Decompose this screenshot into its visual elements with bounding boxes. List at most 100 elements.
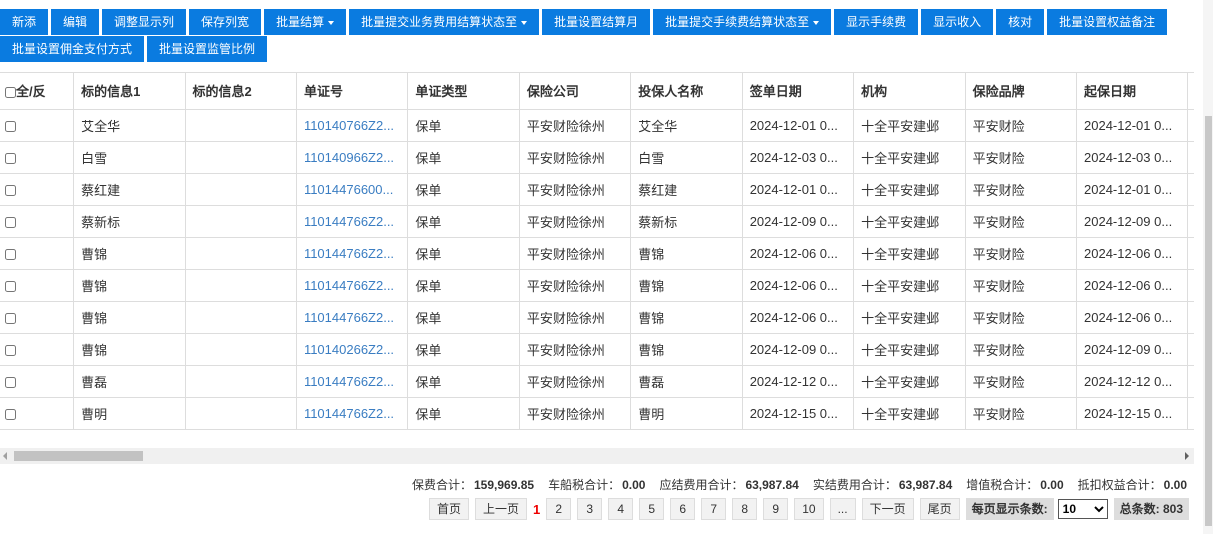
row-checkbox[interactable] — [5, 312, 16, 324]
table-row[interactable]: 曹明 110144766Z2... 保单 平安财险徐州 曹明 2024-12-15 0..… — [0, 397, 1194, 430]
row-checkbox[interactable] — [5, 408, 16, 420]
page-button[interactable]: 7 — [701, 498, 727, 520]
row-checkbox[interactable] — [5, 120, 16, 132]
page-size-select[interactable]: 10 — [1057, 499, 1108, 519]
table-row[interactable]: 蔡新标 110144766Z2... 保单 平安财险徐州 蔡新标 2024-12-09 0… — [0, 205, 1194, 238]
row-select-cell[interactable] — [0, 173, 75, 206]
table-cell — [184, 333, 297, 366]
toolbar-button[interactable]: 显示手续费 — [834, 9, 919, 35]
toolbar-button[interactable]: 批量提交业务费用结算状态至 — [349, 9, 540, 35]
column-header[interactable]: 标的信息1 — [73, 73, 186, 110]
table-cell: 2025-12-01 0... — [1187, 173, 1194, 206]
row-checkbox[interactable] — [5, 216, 16, 228]
toolbar-button[interactable]: 显示收入 — [921, 9, 994, 35]
column-header[interactable]: 保险品牌 — [964, 73, 1078, 110]
select-all-header[interactable]: 全/反 — [0, 73, 75, 110]
table-cell: 2024-12-15 0... — [1075, 397, 1189, 430]
toolbar-button[interactable]: 编辑 — [51, 9, 100, 35]
row-checkbox[interactable] — [5, 152, 16, 164]
page-button[interactable]: 8 — [732, 498, 758, 520]
policy-number-link[interactable]: 110144766Z2... — [295, 237, 409, 270]
row-select-cell[interactable] — [0, 269, 75, 302]
page-button[interactable]: 10 — [794, 498, 824, 520]
table-row[interactable]: 曹磊 110144766Z2... 保单 平安财险徐州 曹磊 2024-12-12 0..… — [0, 365, 1194, 398]
policy-number-link[interactable]: 110144766Z2... — [295, 205, 409, 238]
table-cell: 2024-12-09 0... — [1075, 205, 1189, 238]
scroll-left-arrow-icon[interactable] — [3, 452, 7, 460]
horizontal-scroll-thumb[interactable] — [14, 451, 143, 461]
row-checkbox[interactable] — [5, 344, 16, 356]
toolbar-button[interactable]: 批量提交手续费结算状态至 — [653, 9, 832, 35]
policy-number-link[interactable]: 110140266Z2... — [295, 333, 409, 366]
horizontal-scrollbar[interactable] — [0, 448, 1194, 464]
row-select-cell[interactable] — [0, 237, 75, 270]
row-select-cell[interactable] — [0, 397, 75, 430]
toolbar-button[interactable]: 批量设置监管比例 — [147, 36, 268, 62]
table-row[interactable]: 艾全华 110140766Z2... 保单 平安财险徐州 艾全华 2024-12-01 0… — [0, 109, 1194, 142]
policy-number-link[interactable]: 110144766Z2... — [295, 301, 409, 334]
table-cell — [184, 173, 297, 206]
scroll-right-arrow-icon[interactable] — [1185, 452, 1189, 460]
row-select-cell[interactable] — [0, 365, 75, 398]
table-row[interactable]: 蔡红建 11014476600... 保单 平安财险徐州 蔡红建 2024-12-01 0… — [0, 173, 1194, 206]
column-header[interactable]: 单证号 — [295, 73, 409, 110]
next-page-button[interactable]: 下一页 — [861, 498, 914, 520]
prev-page-button[interactable]: 上一页 — [474, 498, 527, 520]
table-cell: 2024-12-15 0... — [741, 397, 855, 430]
row-checkbox[interactable] — [5, 280, 16, 292]
table-row[interactable]: 曹锦 110144766Z2... 保单 平安财险徐州 曹锦 2024-12-06 0..… — [0, 269, 1194, 302]
vertical-scroll-thumb[interactable] — [1205, 116, 1212, 526]
row-select-cell[interactable] — [0, 109, 75, 142]
toolbar-button[interactable]: 调整显示列 — [102, 9, 187, 35]
page-button[interactable]: 5 — [639, 498, 665, 520]
column-header[interactable]: 投保人名称 — [630, 73, 743, 110]
last-page-button[interactable]: 尾页 — [919, 498, 960, 520]
row-select-cell[interactable] — [0, 141, 75, 174]
toolbar-button[interactable]: 批量设置权益备注 — [1047, 9, 1168, 35]
page-button[interactable]: ... — [829, 498, 856, 520]
policy-number-link[interactable]: 110144766Z2... — [295, 397, 409, 430]
page-button[interactable]: 6 — [670, 498, 696, 520]
policy-number-link[interactable]: 110144766Z2... — [295, 365, 409, 398]
row-select-cell[interactable] — [0, 333, 75, 366]
table-row[interactable]: 曹锦 110140266Z2... 保单 平安财险徐州 曹锦 2024-12-09 0..… — [0, 333, 1194, 366]
page-button[interactable]: 4 — [608, 498, 634, 520]
first-page-button[interactable]: 首页 — [428, 498, 469, 520]
vertical-scrollbar[interactable] — [1203, 0, 1213, 534]
toolbar-button[interactable]: 批量设置佣金支付方式 — [0, 36, 145, 62]
table-cell: 2025-12-03 0... — [1187, 141, 1194, 174]
page-button[interactable]: 2 — [546, 498, 572, 520]
policy-number-link[interactable]: 110140766Z2... — [295, 109, 409, 142]
select-all-checkbox[interactable] — [5, 87, 16, 99]
column-header[interactable]: 终保日期 — [1187, 73, 1194, 110]
row-select-cell[interactable] — [0, 301, 75, 334]
row-checkbox[interactable] — [5, 248, 16, 260]
table-cell — [184, 269, 297, 302]
row-checkbox[interactable] — [5, 184, 16, 196]
toolbar-button[interactable]: 保存列宽 — [189, 9, 262, 35]
column-header[interactable]: 机构 — [853, 73, 966, 110]
column-header[interactable]: 签单日期 — [741, 73, 855, 110]
table-row[interactable]: 白雪 110140966Z2... 保单 平安财险徐州 白雪 2024-12-03 0..… — [0, 141, 1194, 174]
table-cell: 2024-12-09 0... — [741, 205, 855, 238]
policy-number-link[interactable]: 11014476600... — [295, 173, 409, 206]
page-button[interactable]: 3 — [577, 498, 603, 520]
page-button[interactable]: 9 — [763, 498, 789, 520]
toolbar-button[interactable]: 批量设置结算月 — [542, 9, 651, 35]
toolbar-button[interactable]: 新添 — [0, 9, 49, 35]
row-checkbox[interactable] — [5, 376, 16, 388]
row-select-cell[interactable] — [0, 205, 75, 238]
table-row[interactable]: 曹锦 110144766Z2... 保单 平安财险徐州 曹锦 2024-12-06 0..… — [0, 237, 1194, 270]
column-header[interactable]: 单证类型 — [407, 73, 520, 110]
policy-number-link[interactable]: 110144766Z2... — [295, 269, 409, 302]
table-cell: 十全平安建邺 — [853, 173, 966, 206]
summary-label: 抵扣权益合计： — [1077, 478, 1162, 492]
toolbar-button[interactable]: 批量结算 — [264, 9, 347, 35]
column-header[interactable]: 起保日期 — [1075, 73, 1189, 110]
policy-number-link[interactable]: 110140966Z2... — [295, 141, 409, 174]
column-header[interactable]: 保险公司 — [518, 73, 632, 110]
toolbar-button[interactable]: 核对 — [996, 9, 1045, 35]
table-row[interactable]: 曹锦 110144766Z2... 保单 平安财险徐州 曹锦 2024-12-06 0..… — [0, 301, 1194, 334]
button-label: 批量设置佣金支付方式 — [12, 42, 133, 56]
column-header[interactable]: 标的信息2 — [184, 73, 297, 110]
